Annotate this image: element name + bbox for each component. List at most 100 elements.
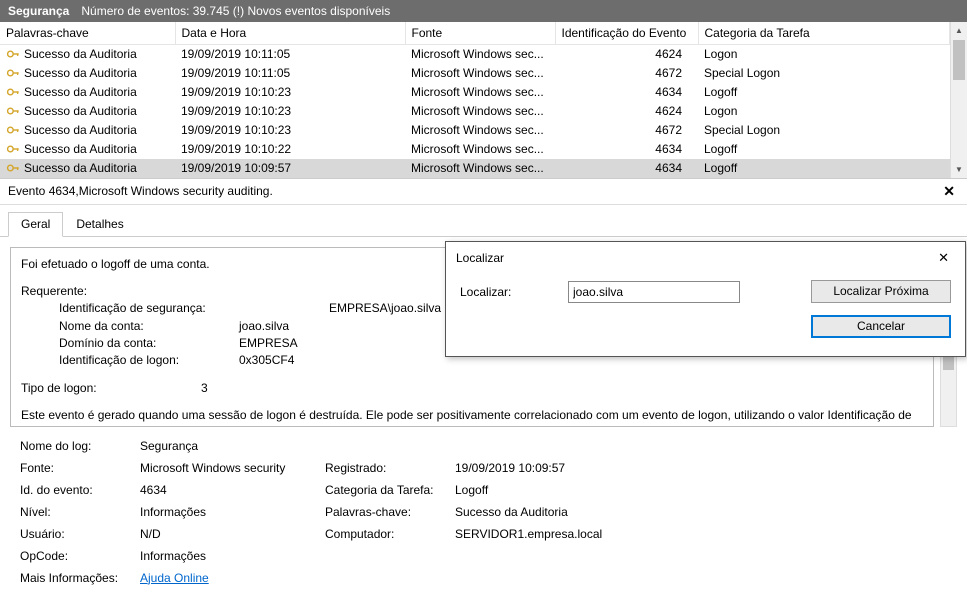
cell-event-id: 4624 <box>555 102 698 121</box>
scroll-down-icon[interactable]: ▼ <box>951 161 967 178</box>
meta-value: 19/09/2019 10:09:57 <box>455 461 565 475</box>
meta-value: Microsoft Windows security <box>140 461 325 475</box>
key-icon <box>6 66 20 80</box>
col-event-id[interactable]: Identificação do Evento <box>555 22 698 45</box>
event-grid[interactable]: Palavras-chave Data e Hora Fonte Identif… <box>0 22 950 178</box>
cell-category: Logoff <box>698 83 950 102</box>
titlebar-subtitle: Número de eventos: 39.745 (!) Novos even… <box>81 0 390 22</box>
tab-general[interactable]: Geral <box>8 212 63 237</box>
meta-value: SERVIDOR1.empresa.local <box>455 527 602 541</box>
detail-title: Evento 4634,Microsoft Windows security a… <box>8 184 273 198</box>
desc-field-label: Tipo de logon: <box>21 380 201 397</box>
scroll-thumb[interactable] <box>953 40 965 80</box>
dialog-close-icon[interactable]: ✕ <box>930 248 957 268</box>
col-source[interactable]: Fonte <box>405 22 555 45</box>
cell-source: Microsoft Windows sec... <box>405 121 555 140</box>
table-row[interactable]: Sucesso da Auditoria19/09/2019 10:10:23M… <box>0 102 950 121</box>
key-icon <box>6 123 20 137</box>
titlebar-title: Segurança <box>8 0 69 22</box>
cell-datetime: 19/09/2019 10:10:23 <box>175 83 405 102</box>
desc-field-value: EMPRESA <box>239 336 298 350</box>
dialog-title: Localizar <box>456 251 504 265</box>
find-label: Localizar: <box>460 285 568 299</box>
help-link[interactable]: Ajuda Online <box>140 571 325 585</box>
meta-label: Usuário: <box>20 527 140 541</box>
cell-source: Microsoft Windows sec... <box>405 83 555 102</box>
cell-category: Logon <box>698 102 950 121</box>
key-icon <box>6 142 20 156</box>
desc-field-value: EMPRESA\joao.silva <box>329 301 441 315</box>
tab-strip: Geral Detalhes <box>0 205 967 237</box>
meta-label: Fonte: <box>20 461 140 475</box>
desc-footer: Este evento é gerado quando uma sessão d… <box>21 407 923 426</box>
col-task-category[interactable]: Categoria da Tarefa <box>698 22 950 45</box>
cell-keywords: Sucesso da Auditoria <box>24 85 137 99</box>
cell-datetime: 19/09/2019 10:11:05 <box>175 45 405 64</box>
meta-value: Informações <box>140 505 325 519</box>
cell-category: Special Logon <box>698 64 950 83</box>
cell-event-id: 4634 <box>555 159 698 178</box>
table-row[interactable]: Sucesso da Auditoria 19/09/2019 10:11:05M… <box>0 64 950 83</box>
meta-value: Segurança <box>140 439 325 453</box>
table-row[interactable]: Sucesso da Auditoria 19/09/2019 10:10:23M… <box>0 83 950 102</box>
desc-field-value: 3 <box>201 381 208 395</box>
cancel-button[interactable]: Cancelar <box>811 315 951 338</box>
table-row[interactable]: Sucesso da Auditoria19/09/2019 10:10:23M… <box>0 121 950 140</box>
meta-value: Informações <box>140 549 325 563</box>
desc-field-label: Nome da conta: <box>59 318 239 335</box>
find-input[interactable] <box>568 281 740 303</box>
titlebar: Segurança Número de eventos: 39.745 (!) … <box>0 0 967 22</box>
meta-label: Nome do log: <box>20 439 140 453</box>
key-icon <box>6 161 20 175</box>
cell-source: Microsoft Windows sec... <box>405 64 555 83</box>
cell-source: Microsoft Windows sec... <box>405 140 555 159</box>
cell-datetime: 19/09/2019 10:11:05 <box>175 64 405 83</box>
table-row[interactable]: Sucesso da Auditoria19/09/2019 10:10:22M… <box>0 140 950 159</box>
cell-source: Microsoft Windows sec... <box>405 45 555 64</box>
cell-event-id: 4634 <box>555 140 698 159</box>
cell-event-id: 4624 <box>555 45 698 64</box>
cell-event-id: 4672 <box>555 64 698 83</box>
cell-category: Logoff <box>698 159 950 178</box>
desc-field-value: joao.silva <box>239 319 289 333</box>
scroll-up-icon[interactable]: ▲ <box>951 22 967 39</box>
grid-header-row[interactable]: Palavras-chave Data e Hora Fonte Identif… <box>0 22 950 45</box>
meta-label: Nível: <box>20 505 140 519</box>
table-row[interactable]: Sucesso da Auditoria 19/09/2019 10:09:57M… <box>0 159 950 178</box>
cell-keywords: Sucesso da Auditoria <box>24 161 137 175</box>
tab-details[interactable]: Detalhes <box>63 212 136 237</box>
cell-source: Microsoft Windows sec... <box>405 102 555 121</box>
col-datetime[interactable]: Data e Hora <box>175 22 405 45</box>
meta-label: Mais Informações: <box>20 571 140 585</box>
detail-header: Evento 4634,Microsoft Windows security a… <box>0 179 967 205</box>
meta-label: OpCode: <box>20 549 140 563</box>
grid-scrollbar[interactable]: ▲ ▼ <box>950 22 967 178</box>
key-icon <box>6 104 20 118</box>
cell-datetime: 19/09/2019 10:10:22 <box>175 140 405 159</box>
find-dialog: Localizar ✕ Localizar: Localizar Próxima… <box>445 241 966 357</box>
meta-label: Registrado: <box>325 461 455 475</box>
desc-field-label: Identificação de logon: <box>59 352 239 369</box>
find-next-button[interactable]: Localizar Próxima <box>811 280 951 303</box>
cell-datetime: 19/09/2019 10:09:57 <box>175 159 405 178</box>
cell-datetime: 19/09/2019 10:10:23 <box>175 121 405 140</box>
col-keywords[interactable]: Palavras-chave <box>0 22 175 45</box>
desc-field-value: 0x305CF4 <box>239 353 294 367</box>
meta-label: Computador: <box>325 527 455 541</box>
cell-event-id: 4672 <box>555 121 698 140</box>
meta-value: Logoff <box>455 483 488 497</box>
cell-keywords: Sucesso da Auditoria <box>24 66 137 80</box>
cell-keywords: Sucesso da Auditoria <box>24 47 137 61</box>
cell-datetime: 19/09/2019 10:10:23 <box>175 102 405 121</box>
event-metadata: Nome do log:Segurança Fonte:Microsoft Wi… <box>0 427 967 585</box>
key-icon <box>6 85 20 99</box>
cell-category: Logon <box>698 45 950 64</box>
meta-value: 4634 <box>140 483 325 497</box>
close-icon[interactable]: ✕ <box>939 183 959 200</box>
meta-value: N/D <box>140 527 325 541</box>
cell-category: Special Logon <box>698 121 950 140</box>
cell-source: Microsoft Windows sec... <box>405 159 555 178</box>
meta-label: Id. do evento: <box>20 483 140 497</box>
meta-value: Sucesso da Auditoria <box>455 505 568 519</box>
table-row[interactable]: Sucesso da Auditoria 19/09/2019 10:11:05M… <box>0 45 950 64</box>
